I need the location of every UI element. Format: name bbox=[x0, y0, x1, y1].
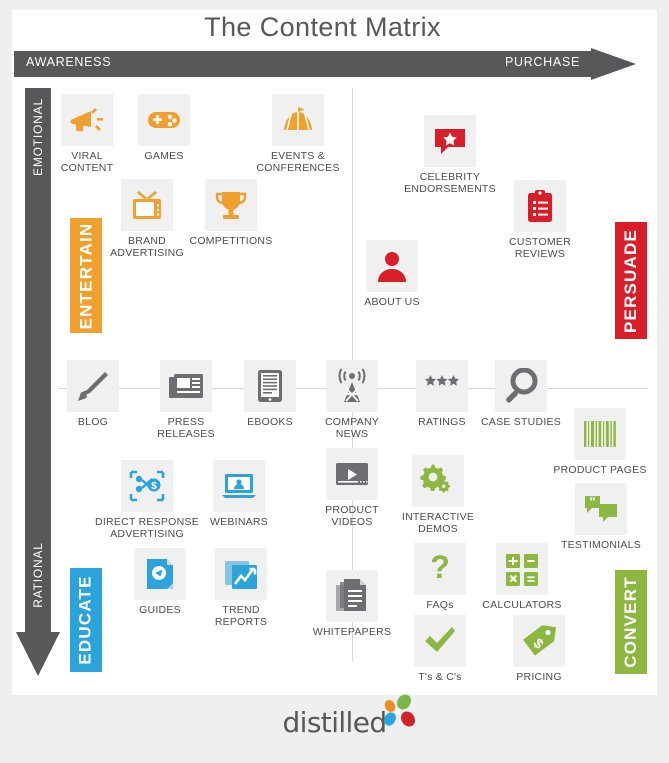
matrix-item-label: CUSTOMER REVIEWS bbox=[509, 236, 571, 260]
matrix-item-competitions[interactable]: COMPETITIONS bbox=[176, 179, 286, 247]
webinar-icon bbox=[213, 460, 265, 512]
distilled-logo-mark bbox=[377, 694, 417, 737]
badge-educate-label: EDUCATE bbox=[76, 575, 95, 665]
barcode-icon bbox=[574, 408, 626, 460]
trend-chart-icon bbox=[215, 548, 267, 600]
magnifier-icon bbox=[495, 360, 547, 412]
pencil-icon bbox=[67, 360, 119, 412]
documents-icon bbox=[326, 570, 378, 622]
newspaper-icon bbox=[160, 360, 212, 412]
tent-icon bbox=[272, 94, 324, 146]
matrix-item-customer-reviews[interactable]: CUSTOMER REVIEWS bbox=[485, 180, 595, 260]
calculator-icon bbox=[496, 543, 548, 595]
question-mark-icon: ? bbox=[414, 543, 466, 595]
badge-convert[interactable]: CONVERT bbox=[615, 570, 647, 674]
guide-doc-icon bbox=[134, 548, 186, 600]
matrix-item-events-conferences[interactable]: EVENTS & CONFERENCES bbox=[243, 94, 353, 174]
matrix-item-label: INTERACTIVE DEMOS bbox=[401, 511, 475, 535]
matrix-item-label: ABOUT US bbox=[364, 296, 420, 308]
matrix-item-label: GAMES bbox=[144, 150, 184, 162]
tv-icon bbox=[121, 179, 173, 231]
badge-persuade[interactable]: PERSUADE bbox=[615, 222, 647, 339]
matrix-item-label: CALCULATORS bbox=[482, 599, 562, 611]
matrix-item-label: EVENTS & CONFERENCES bbox=[256, 150, 340, 174]
checkmark-icon bbox=[414, 615, 466, 667]
matrix-item-label: COMPETITIONS bbox=[189, 235, 273, 247]
page-title: The Content Matrix bbox=[204, 12, 441, 42]
matrix-item-label: PRICING bbox=[516, 671, 562, 683]
price-tag-icon: $ bbox=[513, 615, 565, 667]
broadcast-icon bbox=[326, 360, 378, 412]
matrix-item-interactive-demos[interactable]: INTERACTIVE DEMOS bbox=[383, 455, 493, 535]
footer-logo: distilled bbox=[0, 694, 669, 739]
quote-bubbles-icon: “ bbox=[575, 483, 627, 535]
coupon-icon: $ bbox=[121, 460, 173, 512]
badge-convert-label: CONVERT bbox=[621, 576, 640, 668]
svg-text:$: $ bbox=[151, 481, 157, 492]
megaphone-icon bbox=[61, 94, 113, 146]
vertical-axis-arrowhead bbox=[16, 632, 60, 676]
matrix-item-testimonials[interactable]: “TESTIMONIALS bbox=[546, 483, 656, 551]
matrix-item-ts-and-cs[interactable]: T's & C's bbox=[385, 615, 495, 683]
matrix-item-product-pages[interactable]: PRODUCT PAGES bbox=[545, 408, 655, 476]
svg-text:“: “ bbox=[589, 493, 596, 508]
star-bubble-icon bbox=[424, 115, 476, 167]
matrix-item-games[interactable]: GAMES bbox=[109, 94, 219, 162]
clipboard-icon bbox=[514, 180, 566, 232]
ereader-icon bbox=[244, 360, 296, 412]
person-icon bbox=[366, 240, 418, 292]
axis-label-rational: RATIONAL bbox=[31, 542, 45, 608]
horizontal-axis-arrowhead bbox=[591, 48, 636, 80]
matrix-item-webinars[interactable]: WEBINARS bbox=[184, 460, 294, 528]
gears-icon bbox=[412, 455, 464, 507]
matrix-item-label: T's & C's bbox=[418, 671, 462, 683]
video-icon bbox=[326, 448, 378, 500]
svg-text:?: ? bbox=[430, 551, 450, 585]
gamepad-icon bbox=[138, 94, 190, 146]
matrix-item-about-us[interactable]: ABOUT US bbox=[337, 240, 447, 308]
matrix-item-pricing[interactable]: $ PRICING bbox=[484, 615, 594, 683]
trophy-icon bbox=[205, 179, 257, 231]
brand-wordmark: distilled bbox=[282, 706, 387, 739]
content-matrix-infographic: The Content Matrix AWARENESS PURCHASE EM… bbox=[0, 0, 669, 763]
three-stars-icon bbox=[416, 360, 468, 412]
matrix-item-calculators[interactable]: CALCULATORS bbox=[467, 543, 577, 611]
matrix-item-label: PRODUCT PAGES bbox=[553, 464, 647, 476]
badge-persuade-label: PERSUADE bbox=[621, 228, 641, 333]
badge-educate[interactable]: EDUCATE bbox=[70, 568, 102, 672]
awareness-purchase-axis: AWARENESS PURCHASE bbox=[14, 48, 636, 80]
matrix-item-trend-reports[interactable]: TREND REPORTS bbox=[186, 548, 296, 628]
matrix-item-label: WEBINARS bbox=[209, 516, 268, 528]
axis-label-purchase: PURCHASE bbox=[504, 55, 580, 69]
matrix-item-label: TREND REPORTS bbox=[214, 604, 268, 628]
